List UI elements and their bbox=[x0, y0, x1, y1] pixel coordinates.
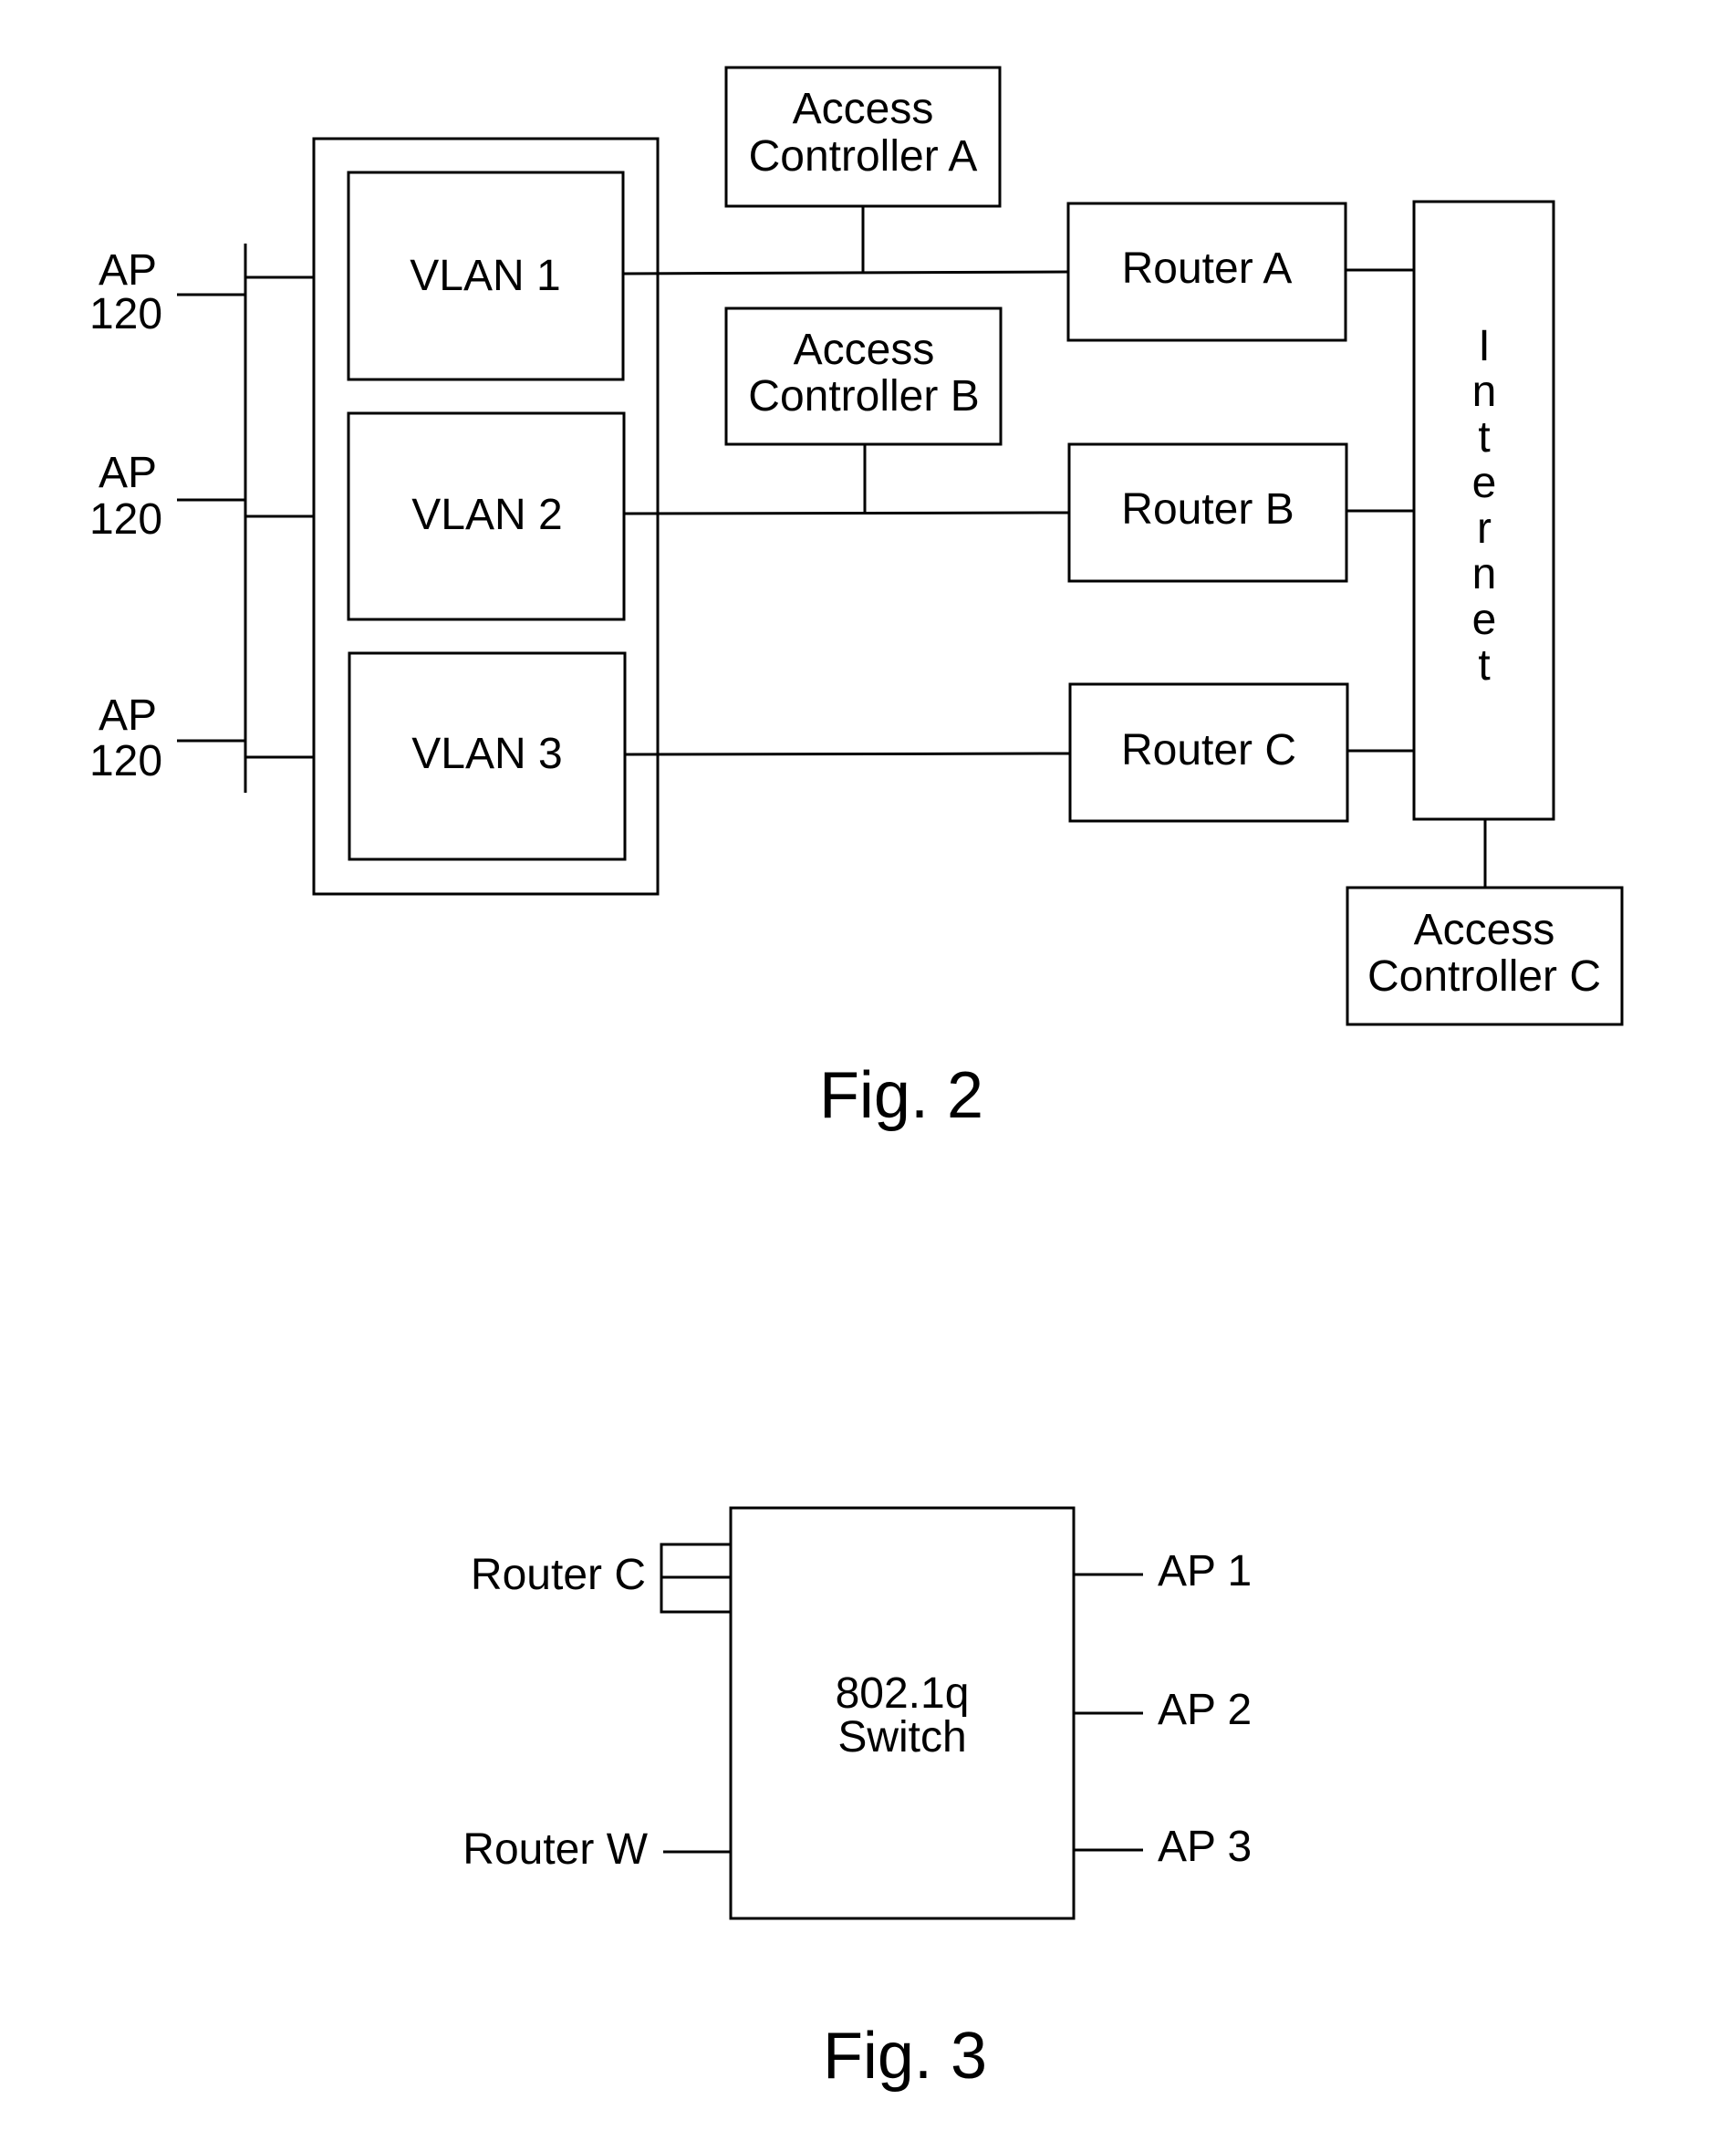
router-a: Router A bbox=[1066, 202, 1414, 342]
access-point-3: AP 120 bbox=[89, 691, 245, 785]
internet-letter: e bbox=[1472, 596, 1497, 644]
router-c: Router C bbox=[1068, 682, 1416, 823]
access-point-2: AP 120 bbox=[89, 449, 245, 544]
vlan2-to-router-b-line bbox=[623, 511, 1070, 515]
access-controller-line2: Controller C bbox=[1367, 952, 1601, 1001]
router-label: Router B bbox=[1121, 485, 1294, 534]
patent-drawing: AP 120 AP 120 AP 120 VLAN 1 VLAN 2 VLAN … bbox=[89, 66, 1624, 2093]
port-label: AP 3 bbox=[1158, 1823, 1252, 1871]
ap-1-port: AP 1 bbox=[1074, 1547, 1252, 1595]
vlan-3: VLAN 3 bbox=[348, 651, 627, 861]
ap-2-port: AP 2 bbox=[1074, 1686, 1252, 1734]
vlan-label: VLAN 3 bbox=[411, 730, 562, 778]
router-w-port: Router W bbox=[463, 1825, 731, 1874]
port-label: AP 1 bbox=[1158, 1547, 1252, 1595]
access-controller-line2: Controller A bbox=[749, 132, 978, 181]
vlan1-to-router-a-line bbox=[622, 270, 1069, 275]
vlan-1: VLAN 1 bbox=[347, 171, 625, 381]
access-controller-line1: Access bbox=[794, 326, 935, 374]
access-controller-c: Access Controller C bbox=[1346, 886, 1624, 1026]
ap-label: AP bbox=[99, 449, 157, 497]
internet-letter: n bbox=[1472, 368, 1497, 416]
port-label: AP 2 bbox=[1158, 1686, 1252, 1734]
internet-letter: r bbox=[1477, 504, 1492, 553]
switch-8021q: 802.1q Switch bbox=[729, 1506, 1076, 1920]
ap-label: AP bbox=[99, 246, 157, 295]
internet-label: Internet bbox=[1472, 322, 1497, 690]
router-c-port: Router C bbox=[471, 1543, 731, 1614]
ap-number: 120 bbox=[89, 290, 162, 338]
ap-number: 120 bbox=[89, 737, 162, 785]
vlan-label: VLAN 2 bbox=[411, 491, 562, 539]
ap-number: 120 bbox=[89, 495, 162, 544]
access-controller-line1: Access bbox=[1414, 906, 1555, 954]
ap-label: AP bbox=[99, 691, 157, 740]
router-label: Router A bbox=[1122, 244, 1293, 293]
internet-letter: n bbox=[1472, 550, 1497, 598]
vlan-label: VLAN 1 bbox=[410, 252, 560, 300]
access-controller-b: Access Controller B bbox=[724, 307, 1003, 513]
internet-letter: t bbox=[1478, 641, 1490, 690]
vlan-2: VLAN 2 bbox=[347, 411, 626, 621]
internet-letter: e bbox=[1472, 459, 1497, 507]
internet-letter: I bbox=[1478, 322, 1490, 370]
ap-3-port: AP 3 bbox=[1074, 1823, 1252, 1871]
figure-3: 802.1q Switch Router C Router W AP 1 AP … bbox=[463, 1506, 1252, 2093]
internet: Internet bbox=[1412, 200, 1555, 888]
switch-label-line1: 802.1q bbox=[836, 1669, 970, 1718]
figure-caption: Fig. 2 bbox=[819, 1059, 983, 1132]
access-controller-a: Access Controller A bbox=[724, 66, 1002, 274]
router-b: Router B bbox=[1067, 442, 1415, 583]
access-point-1: AP 120 bbox=[89, 246, 245, 338]
figure-2: AP 120 AP 120 AP 120 VLAN 1 VLAN 2 VLAN … bbox=[89, 66, 1624, 1132]
figure-caption: Fig. 3 bbox=[823, 2020, 987, 2093]
port-label: Router W bbox=[463, 1825, 648, 1874]
port-label: Router C bbox=[471, 1551, 646, 1599]
internet-letter: t bbox=[1478, 413, 1490, 462]
router-label: Router C bbox=[1121, 726, 1296, 774]
access-controller-line1: Access bbox=[793, 85, 934, 133]
access-controller-line2: Controller B bbox=[748, 372, 979, 421]
switch-label-line2: Switch bbox=[837, 1713, 966, 1762]
